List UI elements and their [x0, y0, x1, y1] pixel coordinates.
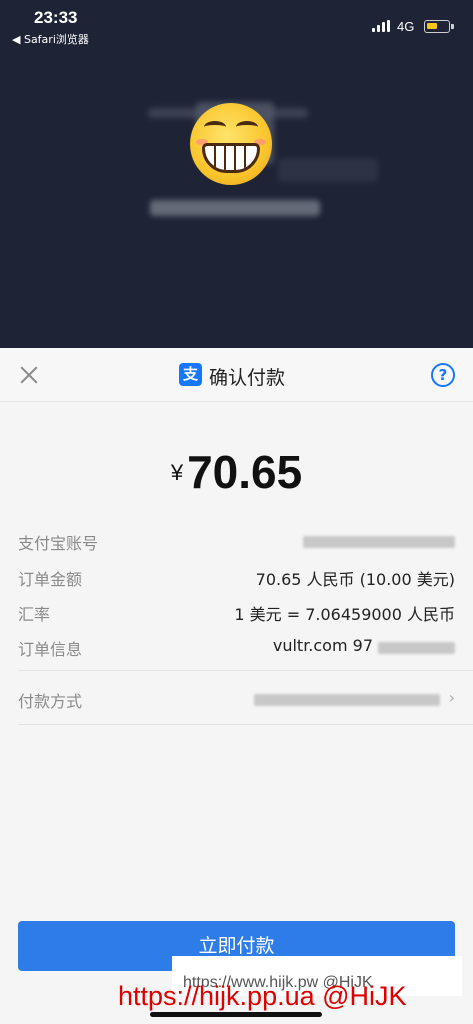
exchange-rate-value: 1 美元 = 7.06459000 人民币: [234, 605, 455, 624]
status-time: 23:33: [34, 8, 78, 27]
order-amount-label: 订单金额: [18, 570, 83, 589]
divider: [18, 670, 473, 671]
amount-value: 70.65: [187, 446, 303, 498]
order-amount-value: 70.65 人民币 (10.00 美元): [255, 570, 455, 589]
chevron-right-icon: ›: [448, 688, 455, 707]
back-to-safari-link[interactable]: ◀ Safari浏览器: [12, 31, 89, 47]
watermark-text-red: https://hijk.pp.ua @HiJK: [118, 981, 407, 1011]
divider: [18, 724, 473, 725]
redacted-payment-method: [254, 694, 440, 706]
exchange-rate-row: 汇率 1 美元 = 7.06459000 人民币: [18, 601, 455, 631]
obscured-background-page: [0, 50, 473, 348]
status-bar: 23:33 ◀ Safari浏览器 4G: [0, 0, 473, 50]
home-indicator: [150, 1012, 322, 1017]
order-info-label: 订单信息: [18, 640, 83, 659]
currency-symbol: ¥: [170, 460, 184, 485]
account-label: 支付宝账号: [18, 534, 99, 553]
battery-icon: [424, 20, 454, 33]
payment-method-row[interactable]: 付款方式 ›: [18, 688, 455, 718]
network-type: 4G: [397, 19, 415, 34]
exchange-rate-label: 汇率: [18, 605, 51, 624]
close-icon[interactable]: [18, 364, 40, 386]
signal-icon: [372, 20, 390, 32]
grinning-emoji-icon: [190, 103, 272, 185]
payment-sheet-header: 支 确认付款: [0, 348, 473, 402]
alipay-icon: 支: [179, 363, 202, 386]
blurred-text: [150, 200, 320, 216]
redacted-account: [303, 536, 455, 548]
blurred-text: [278, 158, 378, 182]
account-row: 支付宝账号: [18, 530, 455, 560]
help-icon[interactable]: ?: [431, 363, 455, 387]
redacted-order-id: [378, 642, 455, 654]
sheet-title: 确认付款: [209, 367, 286, 389]
order-info-row: 订单信息 vultr.com 97: [18, 636, 455, 666]
payment-amount: ¥70.65: [0, 445, 473, 499]
payment-method-label: 付款方式: [18, 692, 83, 711]
order-amount-row: 订单金额 70.65 人民币 (10.00 美元): [18, 566, 455, 596]
order-info-value: vultr.com 97: [272, 636, 373, 655]
